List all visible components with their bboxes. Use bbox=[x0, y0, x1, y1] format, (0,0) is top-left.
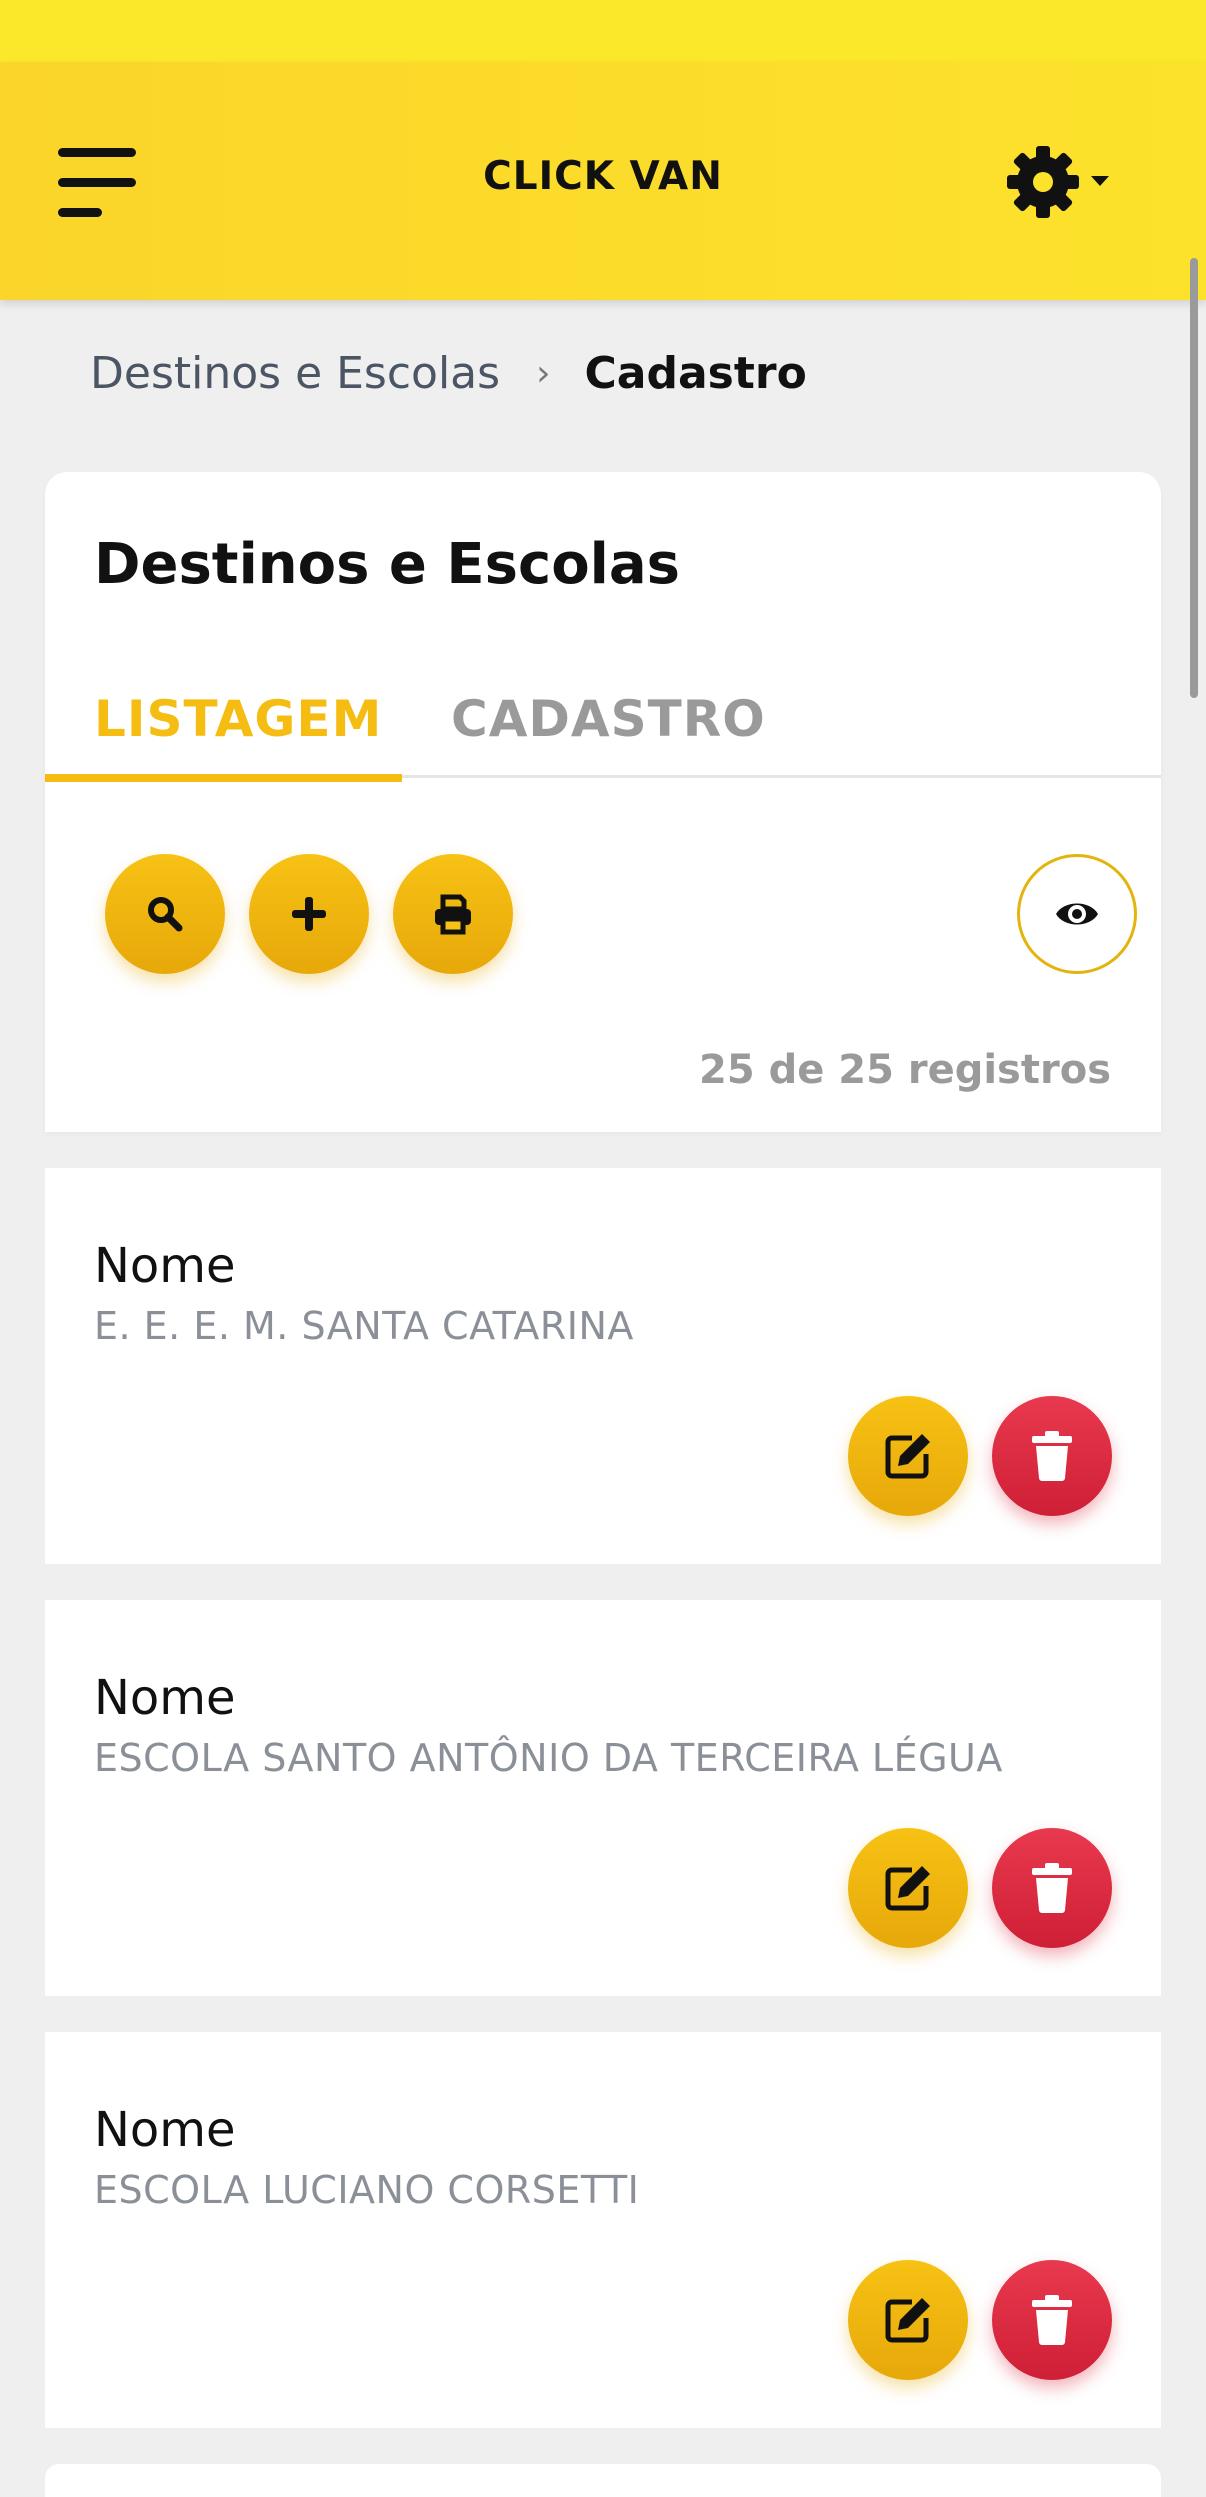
eye-icon bbox=[1056, 903, 1098, 925]
print-button[interactable] bbox=[393, 854, 513, 974]
item-field-value: ESCOLA SANTO ANTÔNIO DA TERCEIRA LÉGUA bbox=[94, 1736, 1003, 1780]
plus-icon bbox=[292, 897, 326, 931]
add-button[interactable] bbox=[249, 854, 369, 974]
page-title: Destinos e Escolas bbox=[94, 532, 680, 597]
list-panel: Destinos e Escolas LISTAGEM CADASTRO 25 … bbox=[45, 472, 1161, 1132]
tab-listagem[interactable]: LISTAGEM bbox=[94, 690, 382, 778]
edit-icon bbox=[885, 1434, 930, 1479]
tab-bar: LISTAGEM CADASTRO bbox=[45, 690, 1161, 782]
item-field-value: ESCOLA LUCIANO CORSETTI bbox=[94, 2168, 640, 2212]
edit-button[interactable] bbox=[848, 1828, 968, 1948]
breadcrumb-parent[interactable]: Destinos e Escolas bbox=[90, 348, 500, 399]
item-field-label: Nome bbox=[94, 1670, 236, 1726]
breadcrumb-current: Cadastro bbox=[584, 348, 807, 399]
gear-icon bbox=[1007, 146, 1109, 218]
status-bar bbox=[0, 0, 1206, 62]
edit-button[interactable] bbox=[848, 2260, 968, 2380]
edit-icon bbox=[885, 1866, 930, 1911]
list-item bbox=[45, 2464, 1161, 2497]
trash-icon bbox=[1032, 1431, 1072, 1481]
item-field-label: Nome bbox=[94, 1238, 236, 1294]
breadcrumb: Destinos e Escolas › Cadastro bbox=[90, 348, 807, 399]
toggle-view-button[interactable] bbox=[1017, 854, 1137, 974]
breadcrumb-separator: › bbox=[536, 353, 551, 394]
trash-icon bbox=[1032, 1863, 1072, 1913]
delete-button[interactable] bbox=[992, 1828, 1112, 1948]
settings-menu-button[interactable] bbox=[1005, 142, 1125, 222]
item-field-label: Nome bbox=[94, 2102, 236, 2158]
list-item: Nome E. E. E. M. SANTA CATARINA bbox=[45, 1168, 1161, 1564]
item-field-value: E. E. E. M. SANTA CATARINA bbox=[94, 1304, 634, 1348]
scrollbar[interactable] bbox=[1190, 258, 1198, 698]
tab-cadastro[interactable]: CADASTRO bbox=[451, 690, 766, 778]
app-header: CLICK VAN bbox=[0, 62, 1206, 300]
edit-button[interactable] bbox=[848, 1396, 968, 1516]
delete-button[interactable] bbox=[992, 1396, 1112, 1516]
search-button[interactable] bbox=[105, 854, 225, 974]
print-icon bbox=[435, 894, 471, 935]
delete-button[interactable] bbox=[992, 2260, 1112, 2380]
list-item: Nome ESCOLA SANTO ANTÔNIO DA TERCEIRA LÉ… bbox=[45, 1600, 1161, 1996]
list-item: Nome ESCOLA LUCIANO CORSETTI bbox=[45, 2032, 1161, 2428]
trash-icon bbox=[1032, 2295, 1072, 2345]
record-count: 25 de 25 registros bbox=[698, 1047, 1111, 1093]
search-icon bbox=[148, 897, 183, 932]
active-tab-indicator bbox=[45, 774, 402, 782]
chevron-down-icon bbox=[1091, 176, 1109, 186]
edit-icon bbox=[885, 2298, 930, 2343]
